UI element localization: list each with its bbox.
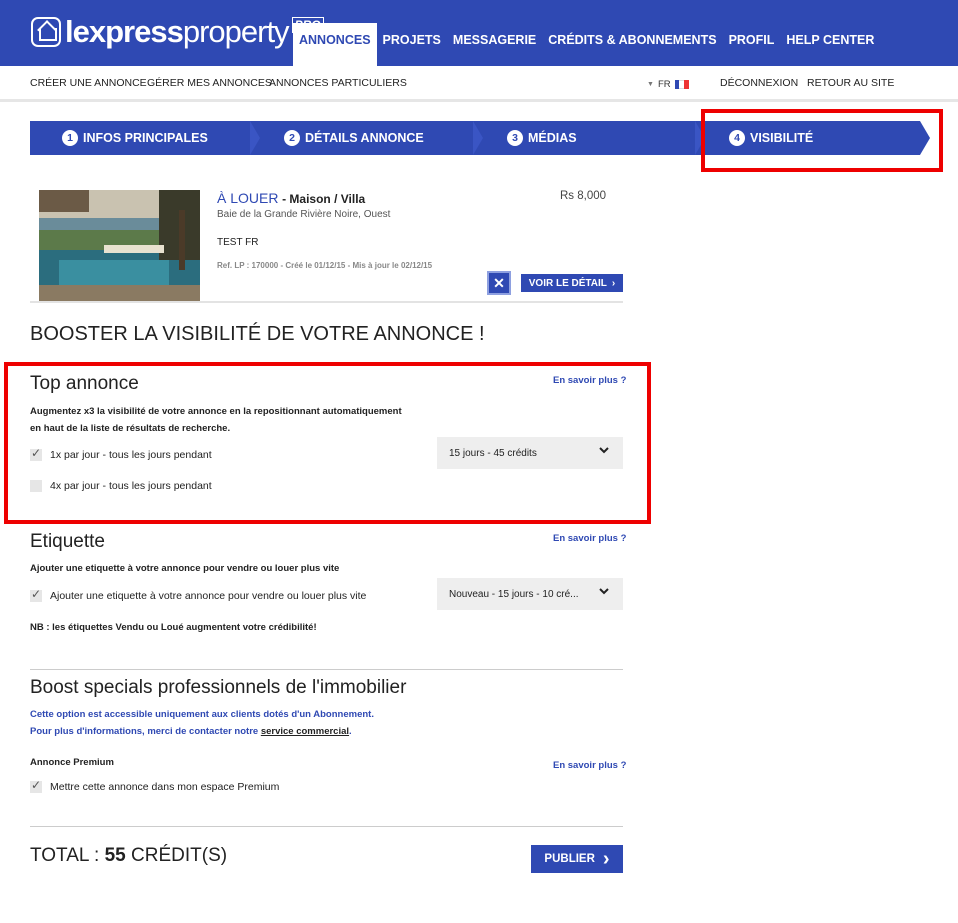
checkbox-checked[interactable]	[30, 778, 42, 793]
pro-desc-line2: Pour plus d'informations, merci de conta…	[30, 726, 352, 737]
highlight-box-step	[701, 109, 943, 172]
view-detail-button[interactable]: VOIR LE DÉTAIL ›	[521, 274, 623, 292]
chevron-down-icon	[599, 588, 609, 595]
step-number: 1	[62, 130, 78, 146]
total-value: 55	[104, 845, 126, 866]
service-commercial-link[interactable]: service commercial	[261, 726, 349, 737]
highlight-box-top-annonce	[4, 362, 651, 524]
subnav-back-to-site[interactable]: RETOUR AU SITE	[807, 77, 894, 89]
nav-messagerie[interactable]: MESSAGERIE	[447, 23, 542, 66]
etiquette-learn-more-link[interactable]: En savoir plus ?	[553, 533, 626, 544]
pro-boost-title: Boost specials professionnels de l'immob…	[30, 677, 407, 698]
main-nav: ANNONCES PROJETS MESSAGERIE CRÉDITS & AB…	[293, 23, 880, 66]
step-separator	[473, 121, 483, 155]
chevron-right-icon: ›	[602, 848, 610, 870]
listing-price: Rs 8,000	[560, 190, 607, 202]
sub-nav: CRÉER UNE ANNONCE GÉRER MES ANNONCES ANN…	[0, 66, 958, 102]
publish-label: PUBLIER	[544, 853, 595, 865]
subnav-manage[interactable]: GÉRER MES ANNONCES	[147, 77, 272, 89]
etiquette-note: NB : les étiquettes Vendu ou Loué augmen…	[30, 622, 317, 633]
subnav-private[interactable]: ANNONCES PARTICULIERS	[269, 77, 407, 89]
logo-text: lexpressproperty	[65, 14, 290, 49]
nav-projets[interactable]: PROJETS	[377, 23, 447, 66]
listing-photo[interactable]	[39, 190, 200, 301]
listing-type: À LOUER - Maison / Villa	[217, 190, 365, 206]
subnav-create[interactable]: CRÉER UNE ANNONCE	[30, 77, 147, 89]
language-label: FR	[657, 79, 671, 90]
step-3[interactable]: 3 MÉDIAS	[507, 121, 707, 155]
listing-location: Baie de la Grande Rivière Noire, Ouest	[217, 209, 391, 220]
top-bar: lexpressproperty PRO ANNONCES PROJETS ME…	[0, 0, 958, 66]
etiquette-option[interactable]: Ajouter une etiquette à votre annonce po…	[30, 587, 367, 602]
option-label: Ajouter une etiquette à votre annonce po…	[50, 590, 367, 602]
french-flag-icon	[674, 80, 689, 89]
premium-option[interactable]: Mettre cette annonce dans mon espace Pre…	[30, 778, 280, 793]
nav-profil[interactable]: PROFIL	[723, 23, 781, 66]
step-number: 2	[284, 130, 300, 146]
step-label: DÉTAILS ANNONCE	[305, 131, 424, 145]
step-1[interactable]: 1 INFOS PRINCIPALES	[62, 121, 272, 155]
select-value: Nouveau - 15 jours - 10 cré...	[449, 588, 579, 600]
language-selector[interactable]: ▼ FR	[647, 79, 689, 90]
listing-title: TEST FR	[217, 237, 259, 248]
option-label: Mettre cette annonce dans mon espace Pre…	[50, 781, 280, 793]
etiquette-select[interactable]: Nouveau - 15 jours - 10 cré...	[437, 578, 623, 610]
step-label: INFOS PRINCIPALES	[83, 131, 208, 145]
divider	[30, 826, 623, 827]
subnav-logout[interactable]: DÉCONNEXION	[720, 77, 798, 89]
listing-reference: Ref. LP : 170000 - Créé le 01/12/15 - Mi…	[217, 261, 433, 270]
publish-button[interactable]: PUBLIER ›	[531, 845, 623, 873]
nav-credits[interactable]: CRÉDITS & ABONNEMENTS	[542, 23, 722, 66]
step-separator	[250, 121, 260, 155]
boost-heading: BOOSTER LA VISIBILITÉ DE VOTRE ANNONCE !	[30, 323, 485, 345]
etiquette-description: Ajouter une etiquette à votre annonce po…	[30, 563, 340, 574]
site-logo[interactable]: lexpressproperty PRO	[31, 14, 324, 50]
total-credits: TOTAL : 55 CRÉDIT(S)	[30, 845, 228, 866]
nav-help-center[interactable]: HELP CENTER	[780, 23, 880, 66]
pro-desc-line1: Cette option est accessible uniquement a…	[30, 709, 374, 720]
pro-boost-description: Cette option est accessible uniquement a…	[30, 706, 374, 740]
step-label: MÉDIAS	[528, 131, 577, 145]
step-number: 3	[507, 130, 523, 146]
premium-learn-more-link[interactable]: En savoir plus ?	[553, 760, 626, 771]
step-2[interactable]: 2 DÉTAILS ANNONCE	[284, 121, 494, 155]
etiquette-title: Etiquette	[30, 531, 105, 552]
checkbox-checked[interactable]	[30, 587, 42, 602]
premium-label: Annonce Premium	[30, 757, 114, 768]
divider	[30, 301, 623, 303]
listing-transaction[interactable]: À LOUER	[217, 190, 278, 206]
close-icon[interactable]: ✕	[487, 271, 511, 295]
view-detail-label: VOIR LE DÉTAIL	[528, 277, 607, 289]
divider	[30, 669, 623, 670]
listing-category: - Maison / Villa	[282, 192, 366, 206]
dropdown-arrow-icon: ▼	[647, 81, 654, 88]
chevron-right-icon: ›	[611, 277, 616, 289]
house-logo-icon	[31, 17, 61, 47]
nav-annonces[interactable]: ANNONCES	[293, 23, 377, 66]
